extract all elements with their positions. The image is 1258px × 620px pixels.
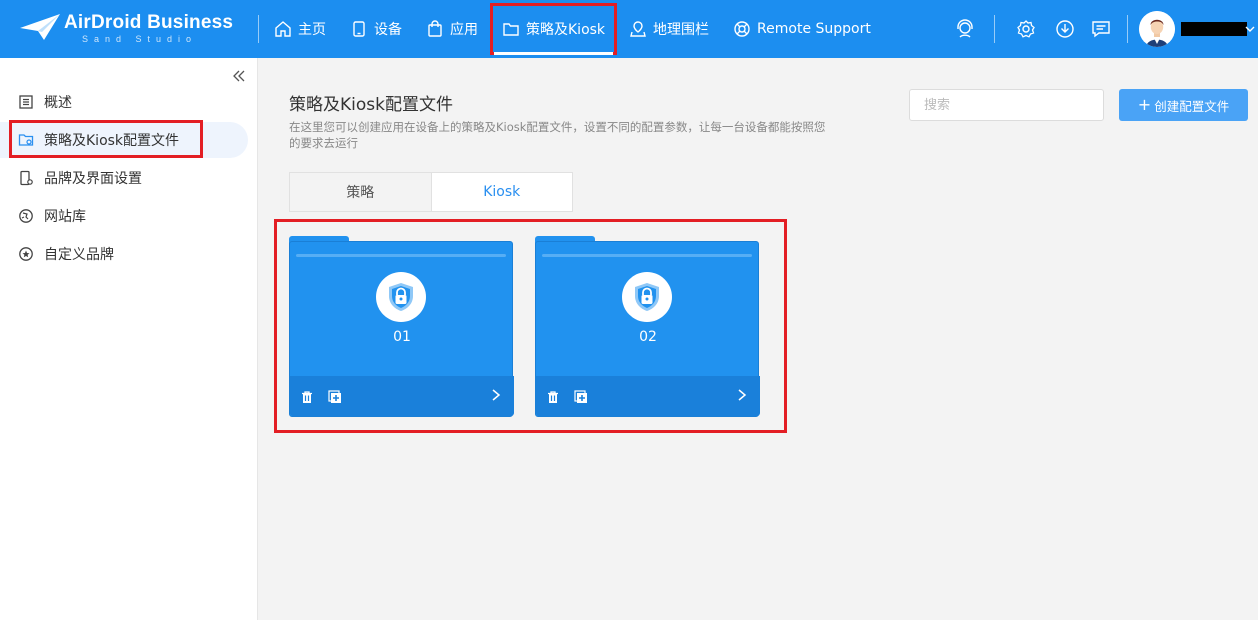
username-redacted[interactable] — [1181, 22, 1247, 36]
nav-policy-kiosk[interactable]: 策略及Kiosk — [490, 3, 618, 55]
sidebar-item-label: 品牌及界面设置 — [44, 171, 142, 187]
sidebar-item-label: 概述 — [44, 95, 72, 111]
page-description: 在这里您可以创建应用在设备上的策略及Kiosk配置文件，设置不同的配置参数，让每… — [289, 120, 826, 150]
phone-settings-icon — [20, 170, 33, 186]
nav-divider — [258, 15, 259, 43]
nav-geofence[interactable]: 地理围栏 — [617, 0, 721, 58]
profile-type-tabs: 策略 Kiosk — [289, 172, 573, 212]
map-pin-icon — [630, 21, 646, 37]
highlight-box-sidebar — [9, 120, 203, 158]
profile-divider — [1127, 15, 1128, 43]
sidebar-item-branding-ui[interactable]: 品牌及界面设置 — [0, 160, 248, 196]
home-icon — [275, 21, 291, 37]
avatar-person-icon — [1139, 11, 1175, 47]
toolbar-divider — [994, 15, 995, 43]
collapse-sidebar-icon[interactable] — [231, 68, 247, 84]
sidebar-item-custom-brand[interactable]: 自定义品牌 — [0, 236, 248, 272]
top-bar: AirDroid Business Sand Studio 主页 设备 应用 策… — [0, 0, 1258, 58]
brand-subtitle: Sand Studio — [82, 34, 198, 44]
support-agent-icon[interactable] — [955, 19, 975, 39]
nav-remote-support-label: Remote Support — [757, 21, 871, 37]
tablet-icon — [353, 21, 365, 37]
nav-remote-support[interactable]: Remote Support — [721, 0, 883, 58]
chevron-down-icon[interactable] — [1244, 22, 1256, 36]
tab-kiosk[interactable]: Kiosk — [430, 173, 572, 211]
folder-icon — [503, 23, 519, 36]
tab-policy[interactable]: 策略 — [290, 173, 431, 211]
main-nav: 主页 设备 应用 策略及Kiosk 地理围栏 Remote Support — [262, 0, 883, 58]
nav-apps-label: 应用 — [450, 22, 478, 38]
nav-home-label: 主页 — [298, 22, 326, 38]
sidebar-item-label: 自定义品牌 — [44, 247, 114, 263]
lifebuoy-icon — [734, 21, 750, 37]
sidebar: 概述 策略及Kiosk配置文件 品牌及界面设置 网站库 自定义品牌 — [0, 58, 258, 620]
nav-apps[interactable]: 应用 — [414, 0, 490, 58]
sidebar-item-website-library[interactable]: 网站库 — [0, 198, 248, 234]
page-title: 策略及Kiosk配置文件 — [289, 95, 453, 115]
create-profile-label: 创建配置文件 — [1154, 98, 1230, 114]
brand-name: AirDroid Business — [64, 12, 234, 33]
sidebar-item-label: 网站库 — [44, 209, 86, 225]
download-icon[interactable] — [1055, 19, 1075, 39]
nav-devices-label: 设备 — [374, 22, 402, 38]
message-icon[interactable] — [1091, 19, 1111, 39]
create-profile-button[interactable]: + 创建配置文件 — [1119, 89, 1248, 121]
settings-gear-icon[interactable] — [1016, 19, 1036, 39]
brand-logo[interactable]: AirDroid Business Sand Studio — [18, 10, 238, 46]
plus-icon: + — [1137, 95, 1152, 114]
list-doc-icon — [19, 95, 33, 109]
nav-policy-kiosk-label: 策略及Kiosk — [526, 22, 606, 38]
highlight-box-cards — [274, 219, 787, 433]
star-circle-icon — [19, 247, 33, 261]
nav-devices[interactable]: 设备 — [338, 0, 414, 58]
search-input[interactable] — [909, 89, 1104, 121]
user-avatar[interactable] — [1139, 11, 1175, 47]
shopping-bag-icon — [428, 20, 442, 37]
globe-icon — [19, 209, 33, 223]
nav-home[interactable]: 主页 — [262, 0, 338, 58]
nav-geofence-label: 地理围栏 — [653, 22, 710, 38]
sidebar-item-overview[interactable]: 概述 — [0, 84, 248, 120]
paper-plane-logo-icon — [20, 14, 60, 40]
